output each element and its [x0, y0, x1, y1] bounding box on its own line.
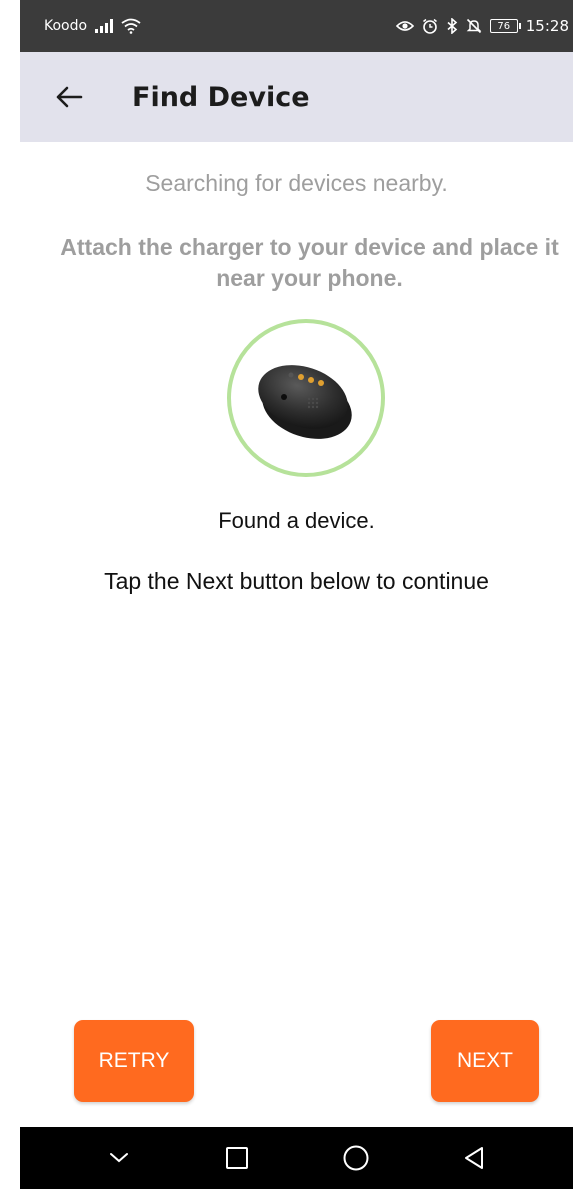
square-icon	[226, 1147, 249, 1169]
status-bar: Koodo 76 15:28	[20, 0, 573, 52]
back-button[interactable]	[42, 70, 96, 124]
nav-home-button[interactable]	[334, 1136, 378, 1180]
attach-instruction-text: Attach the charger to your device and pl…	[60, 234, 559, 291]
wifi-icon	[121, 18, 141, 34]
back-arrow-icon	[56, 86, 83, 108]
status-left: Koodo	[44, 18, 141, 34]
searching-status-text: Searching for devices nearby.	[145, 170, 448, 196]
chevron-down-icon	[110, 1153, 129, 1163]
nav-hide-button[interactable]	[97, 1136, 141, 1180]
app-bar: Find Device	[20, 52, 573, 142]
device-image	[258, 365, 352, 439]
clock: 15:28	[525, 17, 569, 35]
battery-level: 76	[497, 20, 511, 32]
page-title: Find Device	[132, 81, 310, 113]
carrier-name: Koodo	[44, 18, 88, 34]
retry-button[interactable]: RETRY	[74, 1020, 194, 1102]
eye-icon	[395, 19, 414, 33]
next-button[interactable]: NEXT	[431, 1020, 539, 1102]
alarm-icon	[422, 18, 438, 34]
status-right: 76 15:28	[395, 17, 569, 35]
nav-back-button[interactable]	[452, 1136, 496, 1180]
mute-icon	[466, 18, 482, 34]
next-instruction-text: Tap the Next button below to continue	[104, 568, 489, 594]
battery-icon: 76	[489, 19, 521, 33]
bluetooth-icon	[446, 18, 458, 34]
device-image-ring	[227, 319, 385, 477]
nav-recents-button[interactable]	[215, 1136, 259, 1180]
system-nav-bar	[20, 1127, 573, 1189]
circle-icon	[343, 1145, 369, 1171]
signal-icon	[95, 19, 114, 33]
triangle-back-icon	[464, 1147, 483, 1169]
found-device-text: Found a device.	[218, 508, 375, 533]
